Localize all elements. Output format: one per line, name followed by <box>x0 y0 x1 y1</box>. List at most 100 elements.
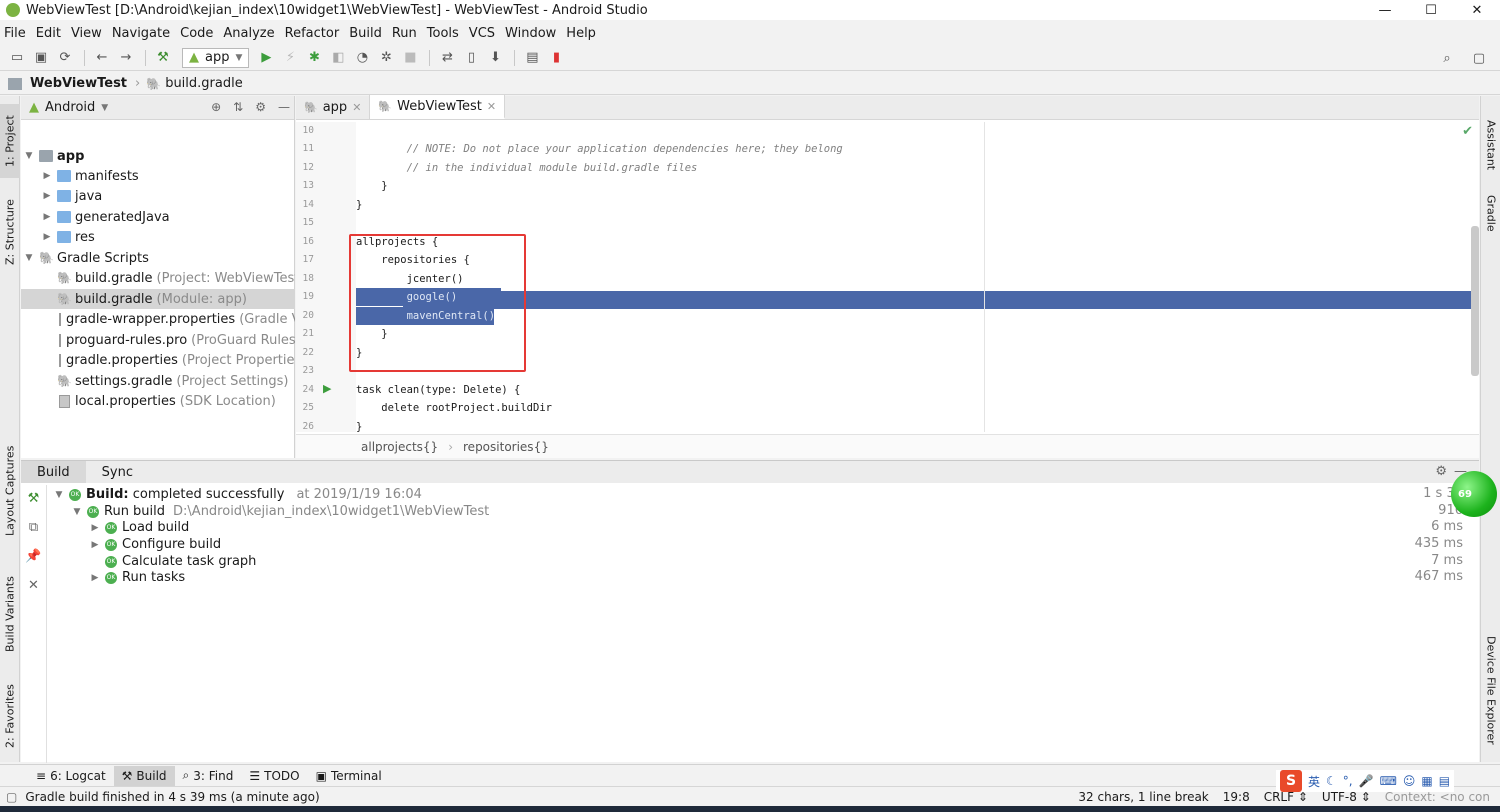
editor-breadcrumb[interactable]: repositories{} <box>463 440 549 454</box>
tool-tab-todo[interactable]: ☰ TODO <box>241 766 307 786</box>
skin-icon[interactable]: ☺ <box>1403 774 1416 788</box>
tree-item-gradle-scripts[interactable]: ▼ 🐘 Gradle Scripts <box>21 248 295 268</box>
tree-item-proguard-rules[interactable]: proguard-rules.pro (ProGuard Rules fo <box>21 330 295 350</box>
sogou-ime-icon[interactable]: S <box>1280 770 1302 792</box>
tab-app[interactable]: 🐘 app ✕ <box>296 95 371 119</box>
tree-item-build-gradle-module[interactable]: 🐘 build.gradle (Module: app) <box>21 289 295 309</box>
run-with-coverage-icon[interactable]: ◧ <box>327 48 349 68</box>
ime-language[interactable]: 英 <box>1308 773 1320 790</box>
menu-analyze[interactable]: Analyze <box>223 26 274 41</box>
minimize-button[interactable]: — <box>1362 0 1408 20</box>
editor-breadcrumb[interactable]: allprojects{} <box>361 440 438 454</box>
tab-build[interactable]: Build <box>21 461 86 483</box>
menu-file[interactable]: File <box>4 26 26 41</box>
search-icon[interactable]: ⌕ <box>1436 48 1458 68</box>
menu-tools[interactable]: Tools <box>427 26 459 41</box>
tool-tab-project[interactable]: 1: Project <box>0 104 20 178</box>
menu-build[interactable]: Build <box>349 26 382 41</box>
tool-tab-device-file-explorer[interactable]: Device File Explorer <box>1481 630 1500 750</box>
toolbox-icon[interactable]: ▦ <box>1421 774 1432 788</box>
punctuation-icon[interactable]: °, <box>1343 774 1353 788</box>
close-icon[interactable]: ✕ <box>28 578 39 593</box>
tool-tab-logcat[interactable]: ≡ 6: Logcat <box>28 766 114 786</box>
chevron-down-icon[interactable]: ▼ <box>101 103 108 113</box>
stop-icon[interactable]: ■ <box>399 48 421 68</box>
locate-icon[interactable]: ⊕ <box>211 100 221 114</box>
tool-tab-layout-captures[interactable]: Layout Captures <box>0 436 20 546</box>
expanded-arrow-icon[interactable]: ▼ <box>23 253 35 263</box>
tab-webviewtest[interactable]: 🐘 WebViewTest ✕ <box>370 95 506 119</box>
menu-edit[interactable]: Edit <box>36 26 61 41</box>
floating-speed-badge[interactable]: 69 <box>1451 471 1497 517</box>
tool-tab-build-variants[interactable]: Build Variants <box>0 566 20 662</box>
toggle-view-icon[interactable]: ⧉ <box>29 520 38 535</box>
tool-tab-structure[interactable]: Z: Structure <box>0 192 20 272</box>
save-icon[interactable]: ▣ <box>30 48 52 68</box>
project-view-mode[interactable]: Android <box>45 100 95 115</box>
debug-icon[interactable]: ✱ <box>303 48 325 68</box>
menu-window[interactable]: Window <box>505 26 556 41</box>
run-config-select[interactable]: ▲ app ▼ <box>182 47 250 68</box>
microphone-icon[interactable]: 🎤 <box>1359 774 1374 788</box>
build-row[interactable]: ▶ OK Run tasks <box>89 569 186 586</box>
collapsed-arrow-icon[interactable]: ▶ <box>41 191 53 201</box>
gear-icon[interactable]: ⚙ <box>1435 464 1447 479</box>
tool-tab-gradle[interactable]: Gradle <box>1481 188 1500 238</box>
build-row[interactable]: ▼ OK Build: completed successfully at 20… <box>53 486 422 503</box>
profile-icon[interactable]: ◔ <box>351 48 373 68</box>
open-folder-icon[interactable]: ▭ <box>6 48 28 68</box>
build-row[interactable]: OK Calculate task graph <box>105 553 256 570</box>
tree-item-generated-java[interactable]: ▶ generatedJava <box>21 207 295 227</box>
gear-icon[interactable]: ⚙ <box>255 100 266 114</box>
project-structure-icon[interactable]: ▤ <box>521 48 543 68</box>
tree-item-app[interactable]: ▼ app <box>21 146 295 166</box>
menu-vcs[interactable]: VCS <box>469 26 495 41</box>
grid-icon[interactable]: ▤ <box>1439 774 1450 788</box>
expanded-arrow-icon[interactable]: ▼ <box>53 490 65 500</box>
pin-icon[interactable]: 📌 <box>25 549 41 564</box>
breadcrumb-project[interactable]: WebViewTest <box>8 76 127 91</box>
tool-tab-terminal[interactable]: ▣ Terminal <box>308 766 390 786</box>
close-button[interactable]: ✕ <box>1454 0 1500 20</box>
sdk-manager-icon[interactable]: ⬇ <box>484 48 506 68</box>
collapsed-arrow-icon[interactable]: ▶ <box>41 171 53 181</box>
run-icon[interactable]: ▶ <box>255 48 277 68</box>
hammer-icon[interactable]: ⚒ <box>28 491 40 506</box>
menu-navigate[interactable]: Navigate <box>112 26 170 41</box>
tool-tab-find[interactable]: ⌕ 3: Find <box>175 766 242 786</box>
close-tab-icon[interactable]: ✕ <box>352 101 361 114</box>
tree-item-manifests[interactable]: ▶ manifests <box>21 166 295 186</box>
sync-gradle-icon[interactable]: ⇄ <box>436 48 458 68</box>
breadcrumb-file[interactable]: 🐘 build.gradle <box>146 76 242 91</box>
status-position[interactable]: 19:8 <box>1223 790 1250 804</box>
sync-icon[interactable]: ⟳ <box>54 48 76 68</box>
tree-item-settings-gradle[interactable]: 🐘 settings.gradle (Project Settings) <box>21 371 295 391</box>
tree-item-build-gradle-project[interactable]: 🐘 build.gradle (Project: WebViewTest) <box>21 268 295 288</box>
build-row[interactable]: ▶ OK Configure build <box>89 536 222 553</box>
account-icon[interactable]: ▢ <box>1468 48 1490 68</box>
collapsed-arrow-icon[interactable]: ▶ <box>89 523 101 533</box>
tool-tab-build[interactable]: ⚒ Build <box>113 765 175 786</box>
menu-run[interactable]: Run <box>392 26 417 41</box>
tool-tab-assistant[interactable]: Assistant <box>1481 120 1500 170</box>
collapse-icon[interactable]: ⇅ <box>233 100 243 114</box>
status-toggle-icon[interactable]: ▢ <box>6 790 17 804</box>
moon-icon[interactable]: ☾ <box>1326 774 1337 788</box>
make-project-icon[interactable]: ⚒ <box>152 48 174 68</box>
close-tab-icon[interactable]: ✕ <box>487 100 496 113</box>
expanded-arrow-icon[interactable]: ▼ <box>23 151 35 161</box>
expanded-arrow-icon[interactable]: ▼ <box>71 507 83 517</box>
tool-tab-favorites[interactable]: 2: Favorites <box>0 676 20 756</box>
back-icon[interactable]: ← <box>91 48 113 68</box>
editor-scrollbar[interactable] <box>1471 226 1479 376</box>
maximize-button[interactable]: ☐ <box>1408 0 1454 20</box>
collapsed-arrow-icon[interactable]: ▶ <box>41 232 53 242</box>
menu-help[interactable]: Help <box>566 26 596 41</box>
tree-item-local-properties[interactable]: local.properties (SDK Location) <box>21 391 295 411</box>
status-message[interactable]: Gradle build finished in 4 s 39 ms (a mi… <box>25 790 319 804</box>
status-line-separator[interactable]: CRLF ⇕ <box>1264 790 1308 804</box>
tree-item-gradle-wrapper-properties[interactable]: gradle-wrapper.properties (Gradle Ver <box>21 309 295 329</box>
build-row[interactable]: ▶ OK Load build <box>89 519 190 536</box>
status-encoding[interactable]: UTF-8 ⇕ <box>1322 790 1371 804</box>
avd-manager-icon[interactable]: ▯ <box>460 48 482 68</box>
